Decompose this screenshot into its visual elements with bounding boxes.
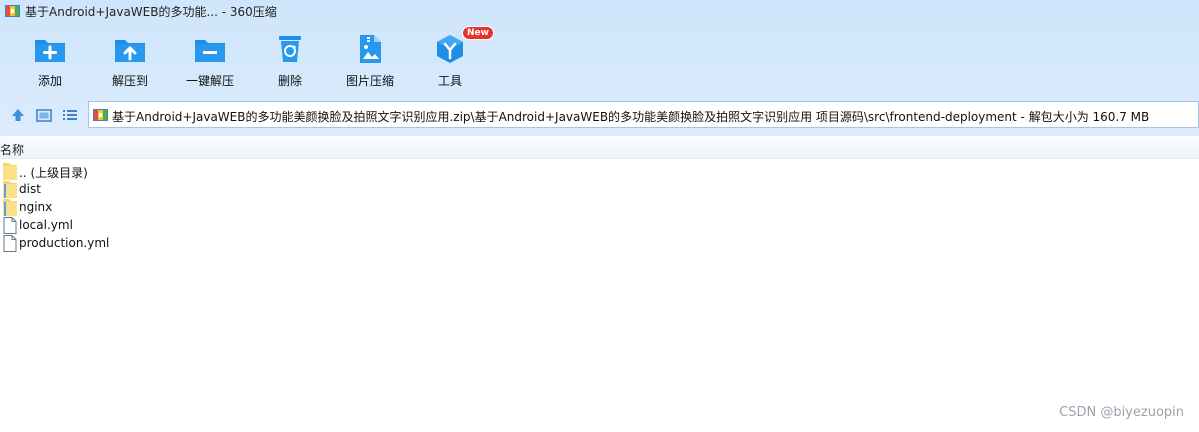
image-compress-label: 图片压缩 xyxy=(345,74,394,88)
column-header[interactable]: 名称 xyxy=(0,136,1199,159)
address-bar[interactable]: 基于Android+JavaWEB的多功能美颜换脸及拍照文字识别应用.zip\基… xyxy=(88,101,1199,128)
folder-zip-icon xyxy=(3,181,17,198)
file-icon xyxy=(3,217,17,234)
add-label: 添加 xyxy=(37,74,62,88)
toolbar: 添加 解压到 一键解压 删除 图片压缩 New 工具 xyxy=(0,26,1199,92)
quick-extract-icon xyxy=(195,40,225,62)
title-bar: 基于Android+JavaWEB的多功能... - 360压缩 xyxy=(0,0,1199,22)
add-folder-icon xyxy=(35,40,65,62)
add-button[interactable]: 添加 xyxy=(10,26,90,90)
list-item-name: production.yml xyxy=(19,236,110,250)
image-compress-icon xyxy=(360,35,381,63)
list-item-name: nginx xyxy=(19,200,53,214)
file-list: .. (上级目录) dist nginx local.yml productio… xyxy=(0,163,600,253)
list-view-icon[interactable] xyxy=(61,106,79,124)
list-item[interactable]: production.yml xyxy=(0,235,600,253)
list-item-name: .. (上级目录) xyxy=(19,166,88,180)
navigation-row: 基于Android+JavaWEB的多功能美颜换脸及拍照文字识别应用.zip\基… xyxy=(0,100,1199,130)
extract-to-label: 解压到 xyxy=(111,74,148,88)
list-item[interactable]: local.yml xyxy=(0,217,600,235)
extract-to-button[interactable]: 解压到 xyxy=(90,26,170,90)
tools-label: 工具 xyxy=(437,74,462,88)
tools-button[interactable]: New 工具 xyxy=(410,26,494,90)
delete-button[interactable]: 删除 xyxy=(250,26,330,90)
quick-extract-button[interactable]: 一键解压 xyxy=(170,26,250,90)
delete-label: 删除 xyxy=(277,74,302,88)
window-title: 基于Android+JavaWEB的多功能... - 360压缩 xyxy=(25,5,277,19)
archive-icon xyxy=(93,109,108,121)
list-item-name: dist xyxy=(19,182,41,196)
quick-extract-label: 一键解压 xyxy=(185,74,234,88)
archive-icon xyxy=(5,5,20,17)
list-item[interactable]: nginx xyxy=(0,199,600,217)
new-badge: New xyxy=(462,26,494,40)
thumbnail-view-icon[interactable] xyxy=(35,106,53,124)
recycle-bin-icon xyxy=(279,36,301,62)
tools-cube-icon xyxy=(437,35,463,63)
folder-zip-icon xyxy=(3,199,17,216)
top-panel: 基于Android+JavaWEB的多功能... - 360压缩 添加 解压到 xyxy=(0,0,1199,136)
image-compress-button[interactable]: 图片压缩 xyxy=(330,26,410,90)
address-path: 基于Android+JavaWEB的多功能美颜换脸及拍照文字识别应用.zip\基… xyxy=(112,110,1150,124)
extract-to-folder-icon xyxy=(115,40,145,62)
file-icon xyxy=(3,235,17,252)
list-item[interactable]: dist xyxy=(0,181,600,199)
up-arrow-icon[interactable] xyxy=(9,106,27,124)
name-column-header[interactable]: 名称 xyxy=(0,141,24,158)
list-item-name: local.yml xyxy=(19,218,73,232)
watermark: CSDN @biyezuopin xyxy=(1059,405,1184,420)
list-item[interactable]: .. (上级目录) xyxy=(0,163,600,181)
folder-icon xyxy=(3,163,17,180)
